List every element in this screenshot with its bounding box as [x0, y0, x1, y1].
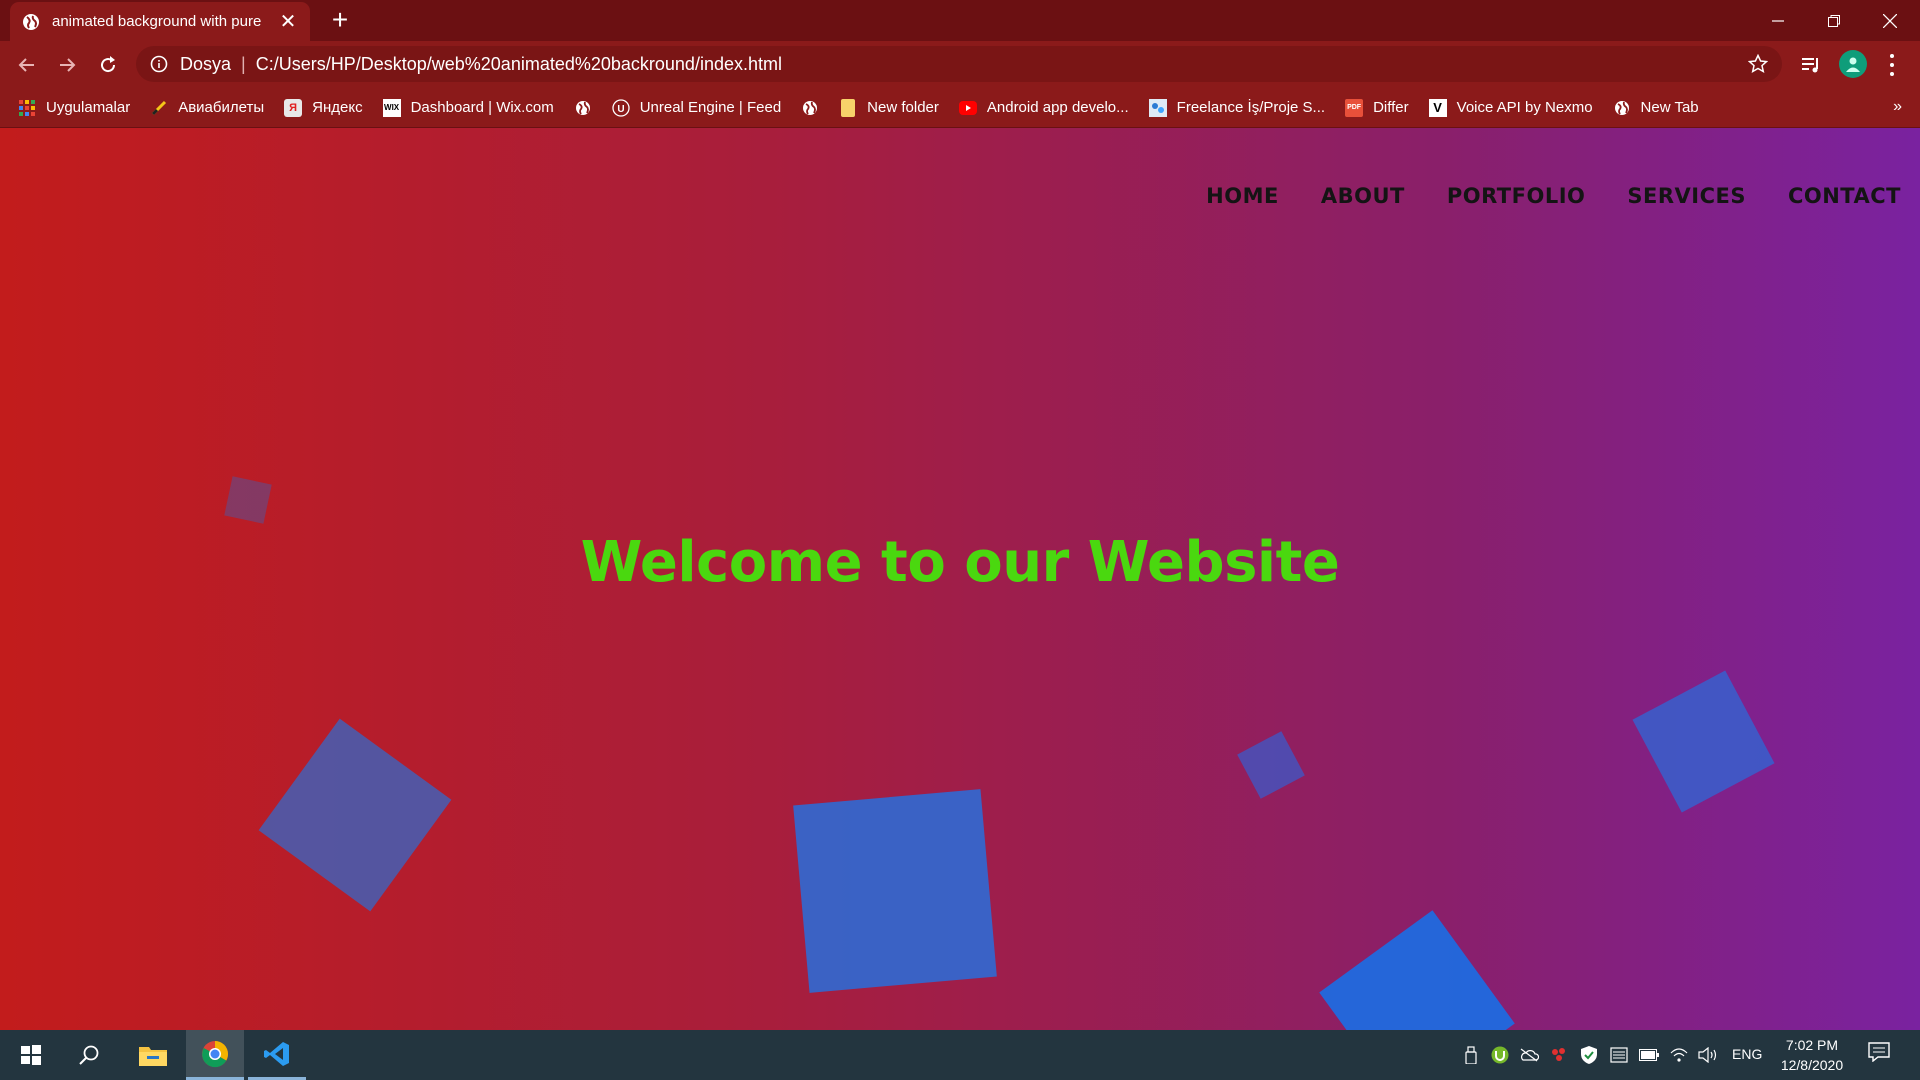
bookmark-globe-1[interactable] [574, 99, 592, 117]
kebab-menu-icon[interactable] [1884, 51, 1900, 79]
language-indicator[interactable]: ENG [1732, 1046, 1762, 1062]
onedrive-icon[interactable] [1519, 1045, 1539, 1065]
taskbar: ENG 7:02 PM 12/8/2020 [0, 1030, 1920, 1080]
bookmark-label: Авиабилеты [178, 99, 265, 116]
site-navigation: HOME ABOUT PORTFOLIO SERVICES CONTACT [1206, 184, 1901, 208]
floating-square [793, 789, 997, 993]
vonage-icon: V [1428, 98, 1447, 117]
bookmark-label: Voice API by Nexmo [1456, 99, 1593, 116]
nav-portfolio-link[interactable]: PORTFOLIO [1447, 184, 1586, 208]
bookmark-aviabilety[interactable]: Авиабилеты [150, 99, 264, 117]
media-control-icon[interactable] [1800, 54, 1822, 76]
nav-contact-link[interactable]: CONTACT [1788, 184, 1901, 208]
bookmark-label: Dashboard | Wix.com [410, 99, 554, 116]
security-icon[interactable] [1579, 1045, 1599, 1065]
freelance-icon [1148, 98, 1167, 117]
app-tray-icon[interactable] [1549, 1045, 1569, 1065]
bookmarks-bar: Uygulamalar Авиабилеты Я Яндекс WIX Dash… [0, 88, 1920, 128]
globe-icon [574, 99, 592, 117]
tab-close-icon[interactable]: ✕ [278, 9, 298, 34]
volume-icon[interactable] [1698, 1045, 1718, 1065]
bookmark-apps[interactable]: Uygulamalar [18, 99, 130, 117]
clock-date: 12/8/2020 [1780, 1057, 1844, 1073]
system-clock[interactable]: 7:02 PM 12/8/2020 [1772, 1035, 1852, 1075]
bookmark-wix[interactable]: WIX Dashboard | Wix.com [382, 98, 554, 117]
chrome-icon[interactable] [186, 1030, 244, 1080]
minimize-icon[interactable] [1750, 0, 1806, 41]
floating-square [1237, 731, 1305, 799]
tab-title: animated background with pure [52, 13, 262, 30]
bookmark-new-tab[interactable]: New Tab [1613, 99, 1699, 117]
file-explorer-icon[interactable] [124, 1030, 182, 1080]
bookmark-label: Differ [1373, 99, 1409, 116]
scheme-label: Dosya [180, 53, 232, 74]
apps-grid-icon [18, 99, 36, 117]
floating-square [1319, 910, 1515, 1030]
address-bar[interactable]: Dosya | C:/Users/HP/Desktop/web%20animat… [136, 46, 1782, 82]
address-separator: | [241, 53, 246, 74]
youtube-icon [958, 99, 977, 117]
info-icon[interactable] [150, 55, 168, 73]
clock-time: 7:02 PM [1785, 1037, 1839, 1053]
close-window-icon[interactable] [1862, 0, 1918, 41]
pdf-icon: PDF [1345, 98, 1364, 117]
bookmark-yandex[interactable]: Я Яндекс [284, 98, 363, 117]
restore-icon[interactable] [1806, 0, 1862, 41]
wifi-icon[interactable] [1669, 1045, 1689, 1065]
profile-avatar[interactable] [1839, 50, 1867, 78]
tab-strip: animated background with pure ✕ + [0, 0, 1920, 41]
wix-icon: WIX [382, 98, 401, 117]
bookmark-label: Unreal Engine | Feed [639, 99, 782, 116]
windows-start-icon[interactable] [2, 1030, 60, 1080]
notification-center-icon[interactable] [1868, 1042, 1892, 1066]
folder-icon [839, 98, 857, 117]
bookmark-label: Uygulamalar [46, 99, 131, 116]
nav-about-link[interactable]: ABOUT [1321, 184, 1405, 208]
browser-toolbar: Dosya | C:/Users/HP/Desktop/web%20animat… [0, 41, 1920, 88]
battery-icon[interactable] [1639, 1045, 1659, 1065]
svg-text:U: U [617, 104, 624, 115]
bookmark-nexmo[interactable]: V Voice API by Nexmo [1428, 98, 1593, 117]
storage-icon[interactable] [1609, 1045, 1629, 1065]
bookmarks-overflow-icon[interactable]: » [1893, 98, 1902, 116]
bookmark-label: Яндекс [312, 99, 363, 116]
reload-icon[interactable] [93, 50, 123, 80]
nav-services-link[interactable]: SERVICES [1627, 184, 1746, 208]
unreal-icon: U [612, 98, 630, 117]
bookmark-globe-2[interactable] [801, 99, 819, 117]
bookmark-new-folder[interactable]: New folder [839, 98, 939, 117]
vscode-icon[interactable] [248, 1030, 306, 1080]
yandex-icon: Я [284, 98, 303, 117]
bookmark-star-icon[interactable] [1748, 54, 1768, 74]
globe-icon [801, 99, 819, 117]
bookmark-unreal[interactable]: U Unreal Engine | Feed [612, 98, 782, 117]
forward-arrow-icon[interactable] [52, 50, 82, 80]
bookmark-android-dev[interactable]: Android app develo... [958, 99, 1129, 117]
globe-icon [22, 13, 40, 31]
bookmark-label: New folder [867, 99, 939, 116]
back-arrow-icon[interactable] [12, 50, 42, 80]
aviasales-icon [150, 99, 168, 117]
nav-home-link[interactable]: HOME [1206, 184, 1279, 208]
hero-title: Welcome to our Website [580, 530, 1340, 595]
floating-square [258, 718, 452, 912]
new-tab-button[interactable]: + [325, 6, 355, 36]
usb-icon[interactable] [1461, 1045, 1481, 1065]
bookmark-label: Android app develo... [986, 99, 1129, 116]
bookmark-label: Freelance İş/Proje S... [1176, 99, 1326, 116]
browser-tab[interactable]: animated background with pure ✕ [10, 2, 310, 41]
floating-square [224, 476, 272, 524]
floating-square [1632, 670, 1775, 813]
bookmark-freelance[interactable]: Freelance İş/Proje S... [1148, 98, 1326, 117]
page-viewport: HOME ABOUT PORTFOLIO SERVICES CONTACT We… [0, 128, 1920, 1030]
bookmark-differ[interactable]: PDF Differ [1345, 98, 1409, 117]
utorrent-icon[interactable] [1490, 1045, 1510, 1065]
bookmark-label: New Tab [1640, 99, 1699, 116]
globe-icon [1613, 99, 1631, 117]
search-icon[interactable] [60, 1030, 118, 1080]
url-text[interactable]: C:/Users/HP/Desktop/web%20animated%20bac… [256, 54, 782, 75]
